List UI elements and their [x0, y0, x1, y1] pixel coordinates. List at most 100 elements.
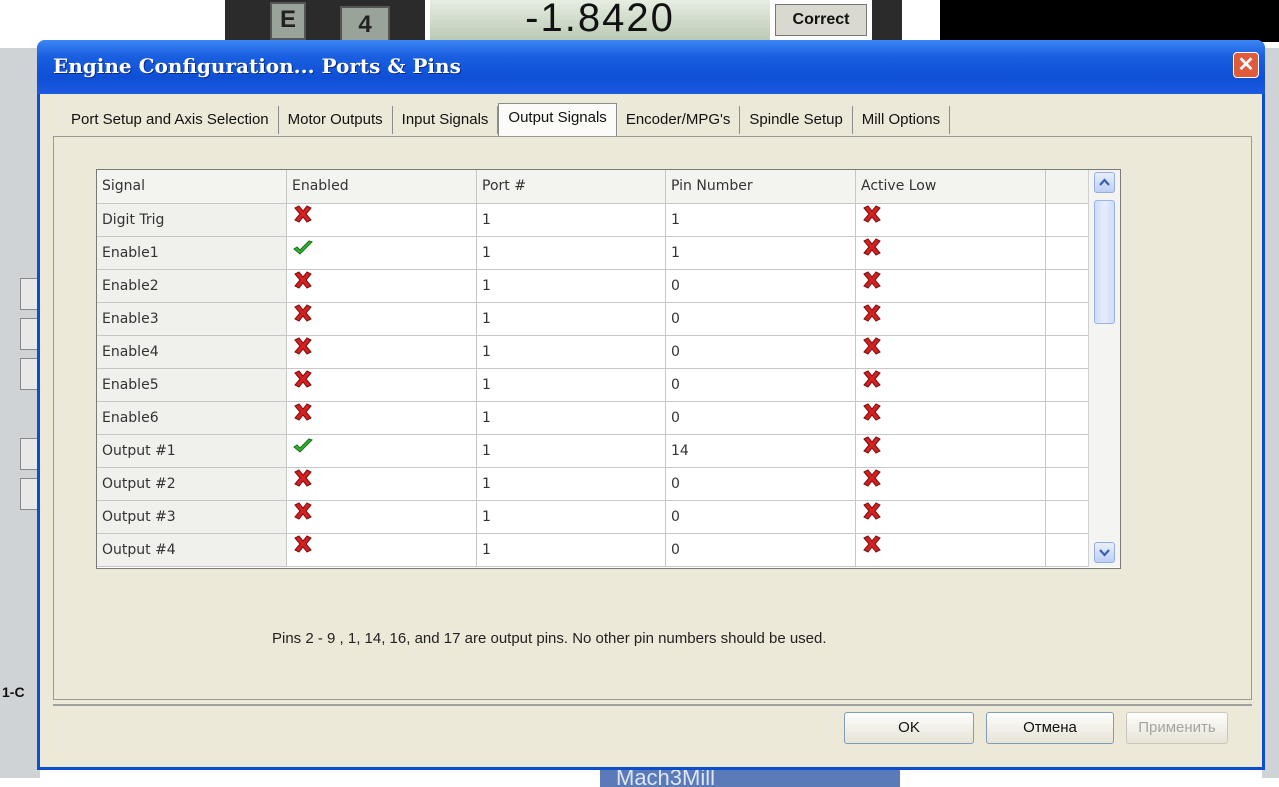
title-bar[interactable]: Engine Configuration... Ports & Pins ✕ — [37, 40, 1265, 94]
active-low-cell[interactable] — [856, 204, 1046, 236]
tab-encoder-mpgs[interactable]: Encoder/MPG's — [616, 106, 741, 134]
active-low-cell[interactable] — [856, 237, 1046, 269]
cancel-button[interactable]: Отмена — [986, 712, 1114, 744]
cross-icon[interactable] — [861, 303, 883, 335]
tab-motor-outputs[interactable]: Motor Outputs — [278, 106, 393, 134]
active-low-cell[interactable] — [856, 270, 1046, 302]
active-low-cell[interactable] — [856, 402, 1046, 434]
cross-icon[interactable] — [861, 402, 883, 434]
table-row[interactable]: Output #1 1 14 — [97, 435, 1120, 468]
enabled-cell[interactable] — [287, 336, 477, 368]
cross-icon[interactable] — [292, 501, 314, 533]
table-row[interactable]: Enable6 1 0 — [97, 402, 1120, 435]
active-low-cell[interactable] — [856, 303, 1046, 335]
cross-icon[interactable] — [292, 402, 314, 434]
active-low-cell[interactable] — [856, 435, 1046, 467]
scroll-down-button[interactable] — [1094, 542, 1115, 563]
active-low-cell[interactable] — [856, 501, 1046, 533]
check-icon[interactable] — [292, 435, 314, 467]
port-cell[interactable]: 1 — [477, 534, 666, 566]
table-row[interactable]: Enable1 1 1 — [97, 237, 1120, 270]
tab-input-signals[interactable]: Input Signals — [392, 106, 499, 134]
table-row[interactable]: Enable2 1 0 — [97, 270, 1120, 303]
cross-icon[interactable] — [861, 270, 883, 302]
port-cell[interactable]: 1 — [477, 369, 666, 401]
table-row[interactable]: Enable4 1 0 — [97, 336, 1120, 369]
cross-icon[interactable] — [861, 435, 883, 467]
enabled-cell[interactable] — [287, 303, 477, 335]
table-row[interactable]: Output #3 1 0 — [97, 501, 1120, 534]
cross-icon[interactable] — [292, 468, 314, 500]
column-header-enabled[interactable]: Enabled — [287, 170, 477, 203]
enabled-cell[interactable] — [287, 204, 477, 236]
port-cell[interactable]: 1 — [477, 468, 666, 500]
pin-number-cell[interactable]: 0 — [666, 501, 856, 533]
check-icon[interactable] — [292, 237, 314, 269]
pin-number-cell[interactable]: 1 — [666, 204, 856, 236]
pin-number-cell[interactable]: 0 — [666, 369, 856, 401]
table-row[interactable]: Output #2 1 0 — [97, 468, 1120, 501]
active-low-cell[interactable] — [856, 369, 1046, 401]
apply-button[interactable]: Применить — [1126, 712, 1228, 744]
cross-icon[interactable] — [292, 336, 314, 368]
port-cell[interactable]: 1 — [477, 336, 666, 368]
close-button[interactable]: ✕ — [1233, 52, 1259, 78]
port-cell[interactable]: 1 — [477, 237, 666, 269]
enabled-cell[interactable] — [287, 369, 477, 401]
enabled-cell[interactable] — [287, 468, 477, 500]
table-row[interactable]: Enable5 1 0 — [97, 369, 1120, 402]
tab-output-signals[interactable]: Output Signals — [498, 103, 617, 136]
active-low-cell[interactable] — [856, 534, 1046, 566]
cross-icon[interactable] — [861, 534, 883, 566]
enabled-cell[interactable] — [287, 237, 477, 269]
enabled-cell[interactable] — [287, 534, 477, 566]
cross-icon[interactable] — [292, 534, 314, 566]
enabled-cell[interactable] — [287, 435, 477, 467]
enabled-cell[interactable] — [287, 501, 477, 533]
cross-icon[interactable] — [861, 237, 883, 269]
port-cell[interactable]: 1 — [477, 204, 666, 236]
pin-number-cell[interactable]: 0 — [666, 534, 856, 566]
port-cell[interactable]: 1 — [477, 303, 666, 335]
pin-number-cell[interactable]: 0 — [666, 402, 856, 434]
column-header-signal[interactable]: Signal — [97, 170, 287, 203]
tab-spindle-setup[interactable]: Spindle Setup — [740, 106, 853, 134]
pin-number-cell[interactable]: 0 — [666, 270, 856, 302]
background-correct-button[interactable]: Correct — [775, 4, 867, 36]
cross-icon[interactable] — [861, 468, 883, 500]
pin-number-cell[interactable]: 1 — [666, 237, 856, 269]
port-cell[interactable]: 1 — [477, 501, 666, 533]
port-cell[interactable]: 1 — [477, 402, 666, 434]
cross-icon[interactable] — [292, 270, 314, 302]
cross-icon[interactable] — [861, 369, 883, 401]
column-header-pin-number[interactable]: Pin Number — [666, 170, 856, 203]
cross-icon[interactable] — [861, 336, 883, 368]
scroll-up-button[interactable] — [1094, 172, 1115, 193]
port-cell[interactable]: 1 — [477, 270, 666, 302]
enabled-cell[interactable] — [287, 402, 477, 434]
column-header-active-low[interactable]: Active Low — [856, 170, 1046, 203]
scroll-thumb[interactable] — [1094, 200, 1115, 324]
pin-number-cell[interactable]: 0 — [666, 303, 856, 335]
ok-button[interactable]: OK — [844, 712, 974, 744]
cross-icon[interactable] — [292, 369, 314, 401]
enabled-cell[interactable] — [287, 270, 477, 302]
tab-mill-options[interactable]: Mill Options — [852, 106, 951, 134]
table-row[interactable]: Enable3 1 0 — [97, 303, 1120, 336]
port-cell[interactable]: 1 — [477, 435, 666, 467]
pin-number-cell[interactable]: 0 — [666, 336, 856, 368]
engine-configuration-dialog: Engine Configuration... Ports & Pins ✕ P… — [37, 40, 1265, 770]
table-row[interactable]: Output #4 1 0 — [97, 534, 1120, 567]
tab-port-setup[interactable]: Port Setup and Axis Selection — [62, 106, 279, 134]
active-low-cell[interactable] — [856, 468, 1046, 500]
column-header-port[interactable]: Port # — [477, 170, 666, 203]
pin-number-cell[interactable]: 0 — [666, 468, 856, 500]
table-row[interactable]: Digit Trig 1 1 — [97, 204, 1120, 237]
active-low-cell[interactable] — [856, 336, 1046, 368]
pin-number-cell[interactable]: 14 — [666, 435, 856, 467]
cross-icon[interactable] — [292, 303, 314, 335]
cross-icon[interactable] — [861, 501, 883, 533]
grid-vertical-scrollbar[interactable] — [1088, 170, 1120, 567]
cross-icon[interactable] — [861, 204, 883, 236]
cross-icon[interactable] — [292, 204, 314, 236]
